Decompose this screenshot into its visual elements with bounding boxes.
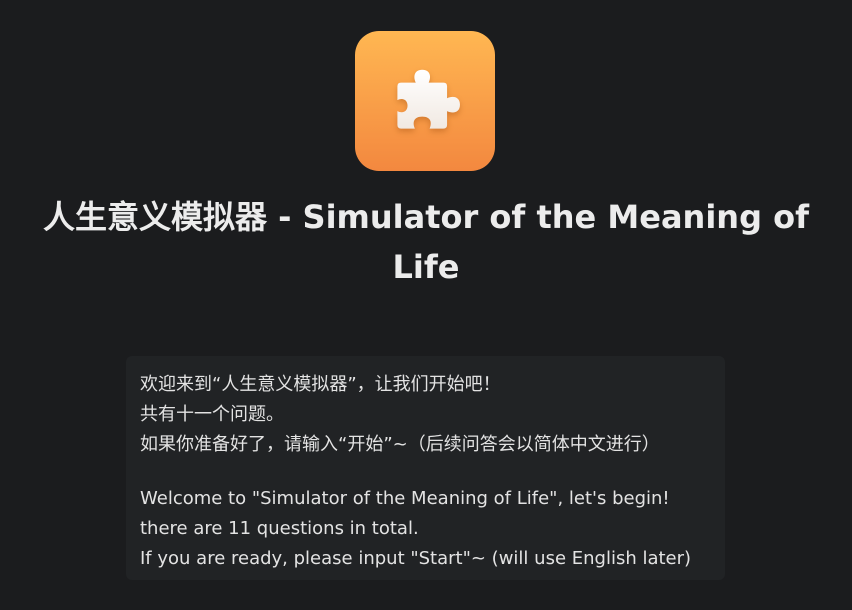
app-icon [355,31,495,171]
welcome-message: 欢迎来到“人生意义模拟器”，让我们开始吧！ 共有十一个问题。 如果你准备好了，请… [126,356,725,580]
message-line: there are 11 questions in total. [140,518,419,539]
page-title: 人生意义模拟器 - Simulator of the Meaning of Li… [42,198,810,286]
message-line: 欢迎来到“人生意义模拟器”，让我们开始吧！ [140,374,501,395]
message-line: Welcome to "Simulator of the Meaning of … [140,488,670,509]
message-line: 共有十一个问题。 [140,404,284,425]
puzzle-piece-icon [397,69,460,129]
english-intro: Welcome to "Simulator of the Meaning of … [140,484,711,574]
message-line: If you are ready, please input "Start"~ … [140,548,692,569]
message-line: 如果你准备好了，请输入“开始”~（后续问答会以简体中文进行） [140,434,660,455]
chinese-intro: 欢迎来到“人生意义模拟器”，让我们开始吧！ 共有十一个问题。 如果你准备好了，请… [140,370,711,460]
